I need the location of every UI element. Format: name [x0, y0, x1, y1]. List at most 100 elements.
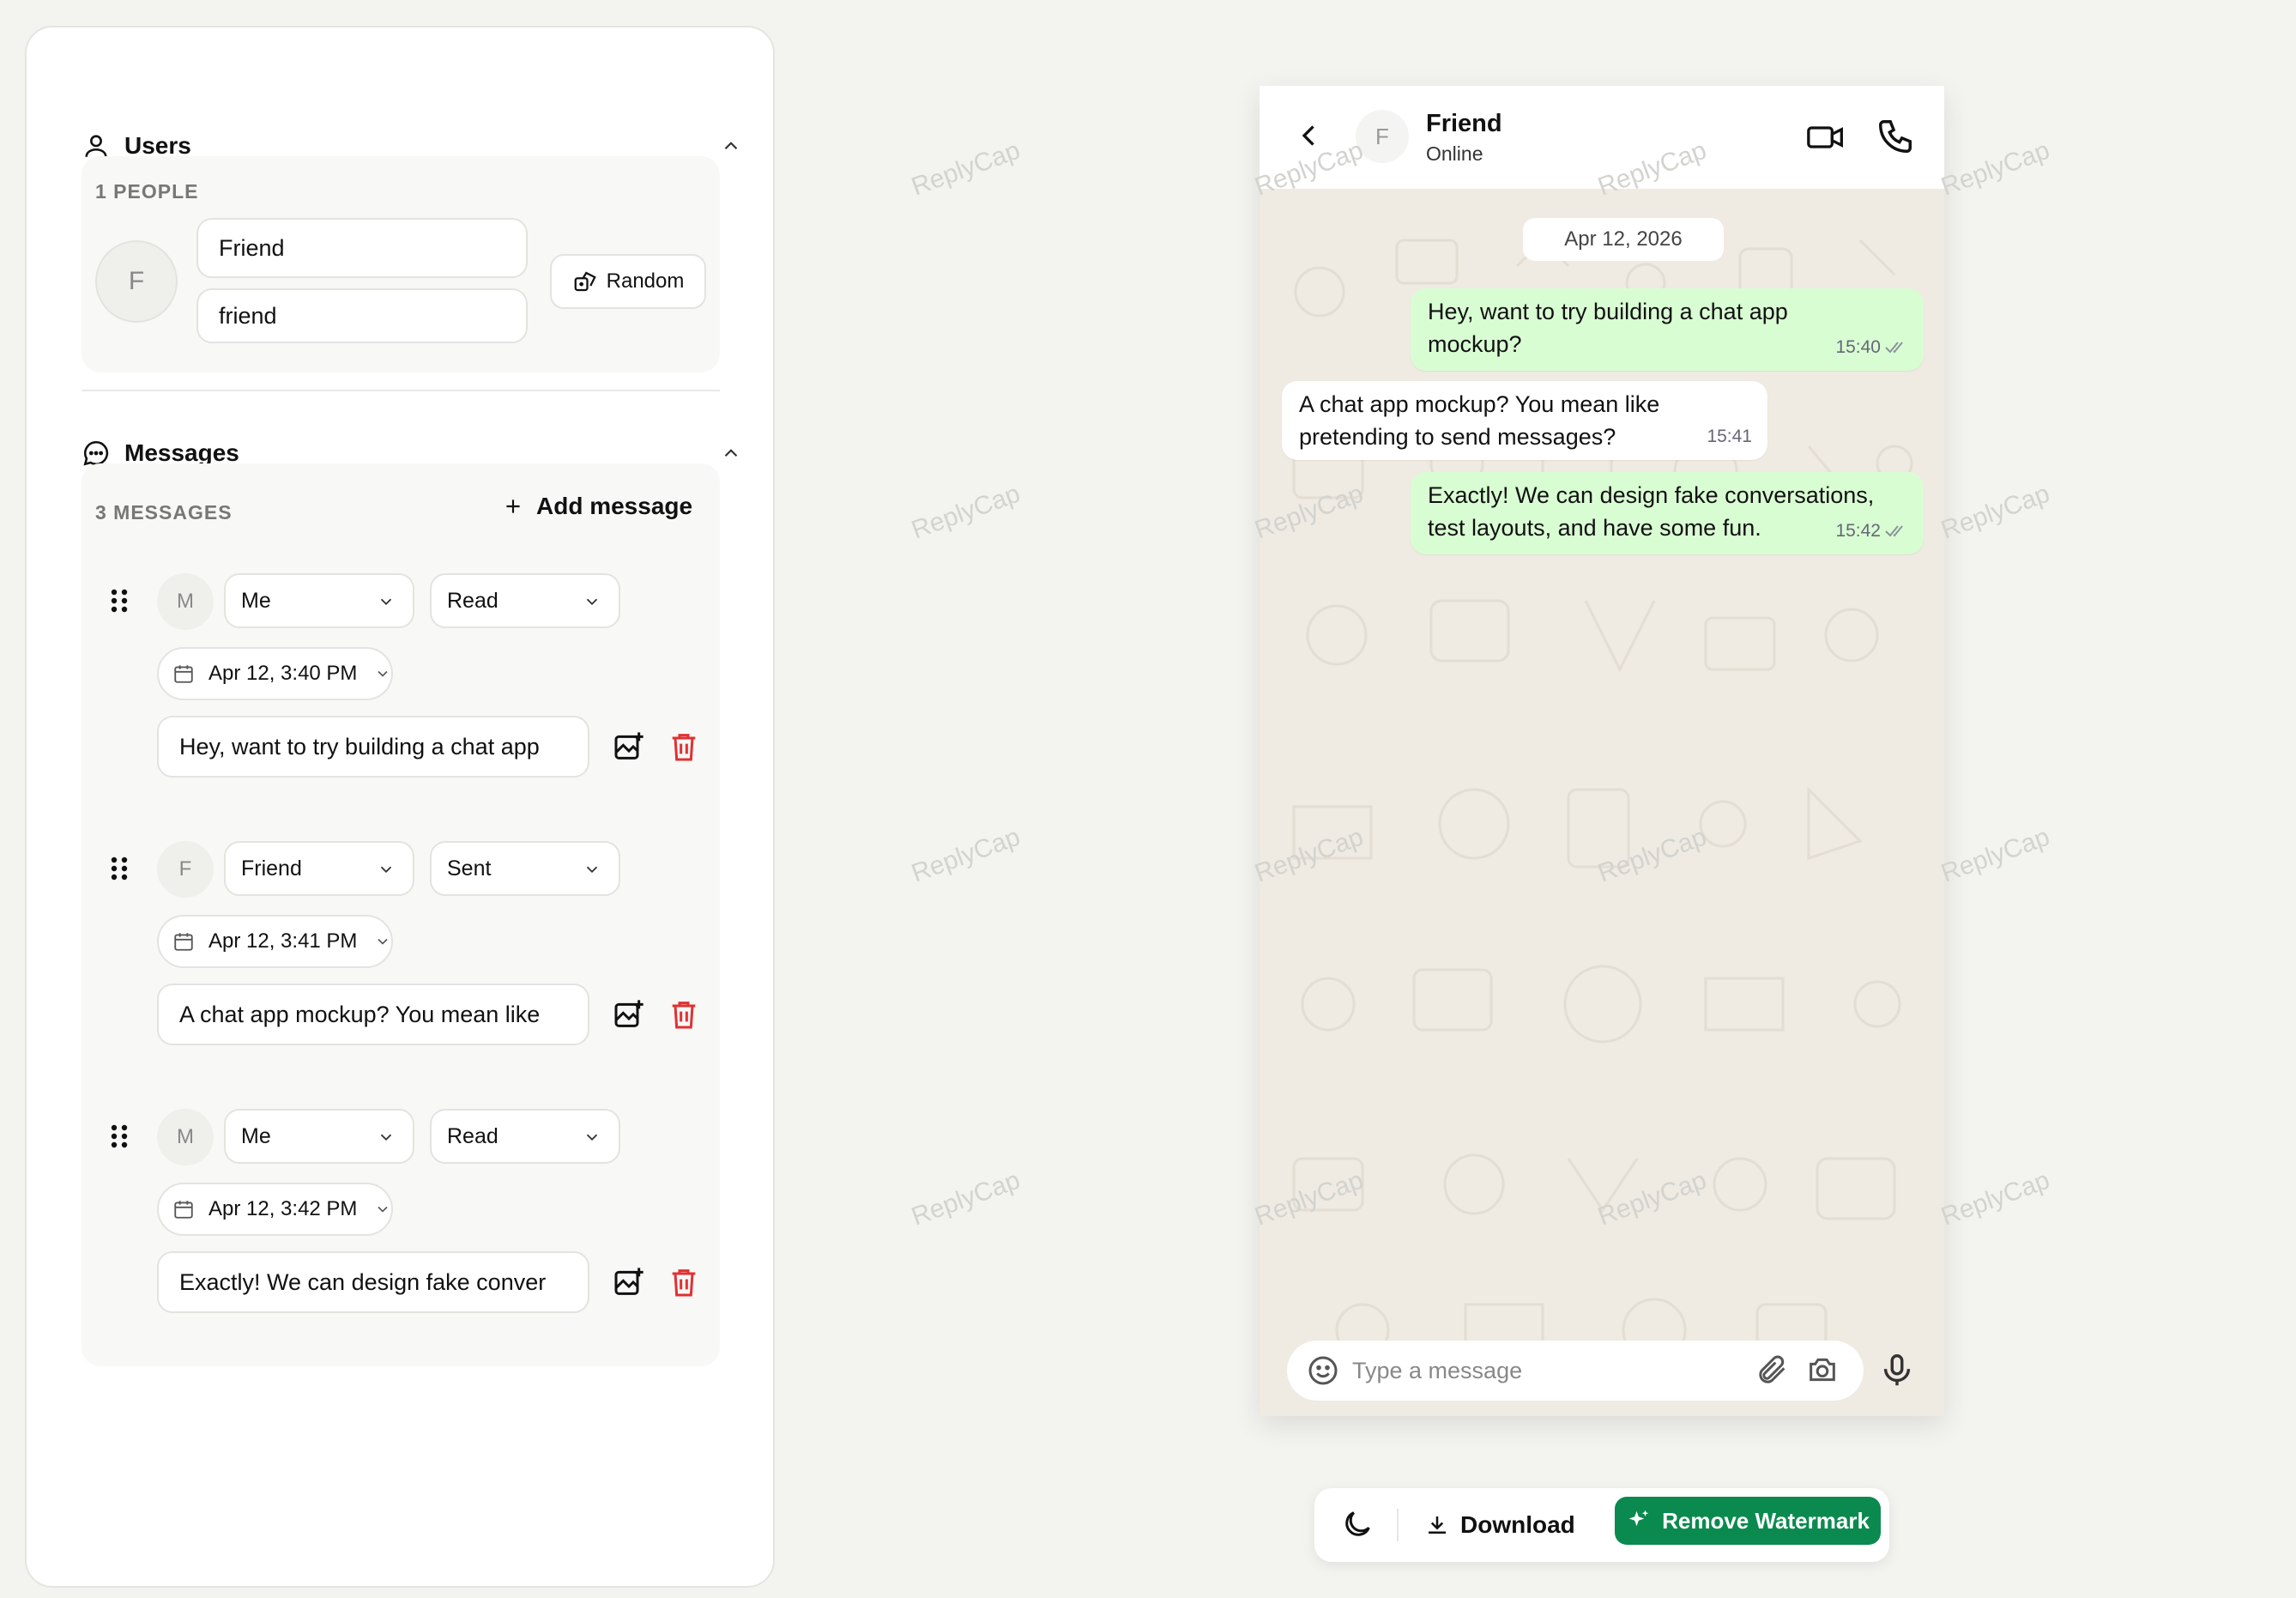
bubble-meta: 15:41	[1707, 421, 1752, 453]
remove-watermark-button[interactable]: Remove Watermark	[1615, 1497, 1881, 1545]
plus-icon	[506, 499, 520, 513]
watermark: ReplyCap	[908, 479, 1024, 545]
random-button[interactable]: Random	[550, 254, 706, 309]
video-call-icon[interactable]	[1805, 118, 1846, 156]
people-count: 1 PEOPLE	[95, 180, 199, 203]
export-toolbar: Download Remove Watermark	[1314, 1488, 1889, 1562]
image-add-icon[interactable]	[612, 997, 646, 1032]
datetime-value: Apr 12, 3:41 PM	[208, 929, 358, 953]
microphone-icon[interactable]	[1877, 1351, 1917, 1390]
watermark: ReplyCap	[1937, 1165, 2054, 1232]
editor-panel: Users 1 PEOPLE F Friend friend Random Me…	[25, 26, 775, 1588]
chevron-down-icon	[380, 598, 392, 606]
status-value: Read	[447, 1123, 498, 1148]
message-text-input[interactable]: A chat app mockup? You mean like	[157, 984, 589, 1045]
display-name-field[interactable]: Friend	[196, 218, 528, 278]
datetime-value: Apr 12, 3:42 PM	[208, 1197, 358, 1220]
message-text-input[interactable]: Hey, want to try building a chat app	[157, 716, 589, 778]
bubble-line: mockup?	[1428, 331, 1522, 357]
status-select[interactable]: Read	[430, 573, 620, 628]
message-input-bar[interactable]: Type a message	[1287, 1341, 1864, 1401]
status-select[interactable]: Sent	[430, 841, 620, 896]
calendar-icon	[174, 933, 193, 951]
message-bubble-incoming[interactable]: A chat app mockup? You mean like pretend…	[1282, 381, 1767, 460]
avatar[interactable]: F	[95, 240, 178, 323]
watermark: ReplyCap	[1937, 136, 2054, 202]
date-picker-button[interactable]: Apr 12, 3:41 PM	[157, 915, 394, 968]
image-add-icon[interactable]	[612, 1265, 646, 1299]
chevron-down-icon	[586, 866, 598, 874]
message-editor-row: M Me Read Apr 12, 3:40 PM Hey, want to t…	[82, 549, 720, 807]
contact-status: Online	[1426, 142, 1483, 165]
status-value: Sent	[447, 856, 492, 881]
date-picker-button[interactable]: Apr 12, 3:40 PM	[157, 647, 394, 700]
drag-handle-icon[interactable]	[109, 587, 130, 614]
drag-handle-icon[interactable]	[109, 855, 130, 882]
username-field[interactable]: friend	[196, 288, 528, 343]
download-icon	[1429, 1516, 1446, 1534]
paperclip-icon[interactable]	[1755, 1353, 1790, 1387]
message-editor-row: F Friend Sent Apr 12, 3:41 PM A chat app…	[82, 817, 720, 1074]
sender-value: Friend	[241, 856, 302, 881]
watermark: ReplyCap	[908, 136, 1024, 202]
chevron-down-icon	[380, 1134, 392, 1141]
chevron-down-icon	[586, 1134, 598, 1141]
calendar-icon	[174, 1201, 193, 1219]
bubble-line: Exactly! We can design fake conversation…	[1428, 482, 1875, 508]
message-text-input[interactable]: Exactly! We can design fake conver	[157, 1251, 589, 1313]
bubble-line: A chat app mockup? You mean like	[1299, 391, 1660, 417]
bubble-meta: 15:42	[1835, 515, 1908, 548]
drag-handle-icon[interactable]	[109, 1123, 130, 1150]
double-check-icon	[1885, 342, 1903, 354]
status-select[interactable]: Read	[430, 1109, 620, 1164]
image-add-icon[interactable]	[612, 729, 646, 764]
sender-select[interactable]: Friend	[224, 841, 414, 896]
watermark: ReplyCap	[908, 1165, 1024, 1232]
doodle-wallpaper	[1292, 238, 1913, 1363]
message-bubble-outgoing[interactable]: Exactly! We can design fake conversation…	[1411, 472, 1924, 554]
random-label: Random	[606, 269, 685, 293]
sender-select[interactable]: Me	[224, 573, 414, 628]
datetime-value: Apr 12, 3:40 PM	[208, 662, 358, 685]
chat-header: F Friend Online	[1260, 86, 1944, 189]
section-divider	[82, 390, 720, 391]
trash-icon[interactable]	[667, 729, 701, 764]
watermark: ReplyCap	[1937, 822, 2054, 888]
date-separator: Apr 12, 2026	[1523, 218, 1724, 261]
sparkle-icon	[1628, 1510, 1649, 1527]
chevron-down-icon	[378, 670, 389, 677]
chevron-down-icon	[378, 938, 389, 945]
trash-icon[interactable]	[667, 997, 701, 1032]
message-time: 15:41	[1707, 427, 1752, 446]
chat-preview: F Friend Online Apr 12, 2026 Hey, want t…	[1260, 86, 1944, 1416]
messages-count: 3 MESSAGES	[95, 501, 233, 524]
contact-name[interactable]: Friend	[1426, 110, 1502, 138]
contact-avatar[interactable]: F	[1356, 110, 1409, 163]
message-time: 15:40	[1835, 337, 1881, 357]
back-arrow-icon[interactable]	[1294, 120, 1325, 151]
message-bubble-outgoing[interactable]: Hey, want to try building a chat app moc…	[1411, 288, 1924, 371]
phone-icon[interactable]	[1876, 117, 1915, 156]
sender-select[interactable]: Me	[224, 1109, 414, 1164]
chevron-down-icon	[380, 866, 392, 874]
chevron-up-icon[interactable]	[720, 442, 742, 464]
moon-icon[interactable]	[1340, 1507, 1375, 1541]
trash-icon[interactable]	[667, 1265, 701, 1299]
bubble-line: test layouts, and have some fun.	[1428, 515, 1761, 541]
message-input-placeholder[interactable]: Type a message	[1352, 1358, 1522, 1384]
messages-box: 3 MESSAGES Add message M Me Read Apr 12,…	[82, 463, 720, 1366]
emoji-icon[interactable]	[1306, 1353, 1340, 1388]
double-check-icon	[1885, 525, 1903, 537]
message-editor-row: M Me Read Apr 12, 3:42 PM Exactly! We ca…	[82, 1085, 720, 1342]
chevron-up-icon[interactable]	[720, 135, 742, 157]
download-button[interactable]: Download	[1424, 1504, 1575, 1547]
sender-value: Me	[241, 588, 271, 613]
chevron-down-icon	[586, 598, 598, 606]
sender-avatar: F	[157, 841, 214, 898]
download-label: Download	[1460, 1511, 1575, 1538]
add-message-button[interactable]: Add message	[502, 493, 692, 520]
date-picker-button[interactable]: Apr 12, 3:42 PM	[157, 1183, 394, 1236]
bubble-line: pretending to send messages?	[1299, 424, 1616, 450]
sender-value: Me	[241, 1123, 271, 1148]
camera-icon[interactable]	[1805, 1353, 1840, 1387]
